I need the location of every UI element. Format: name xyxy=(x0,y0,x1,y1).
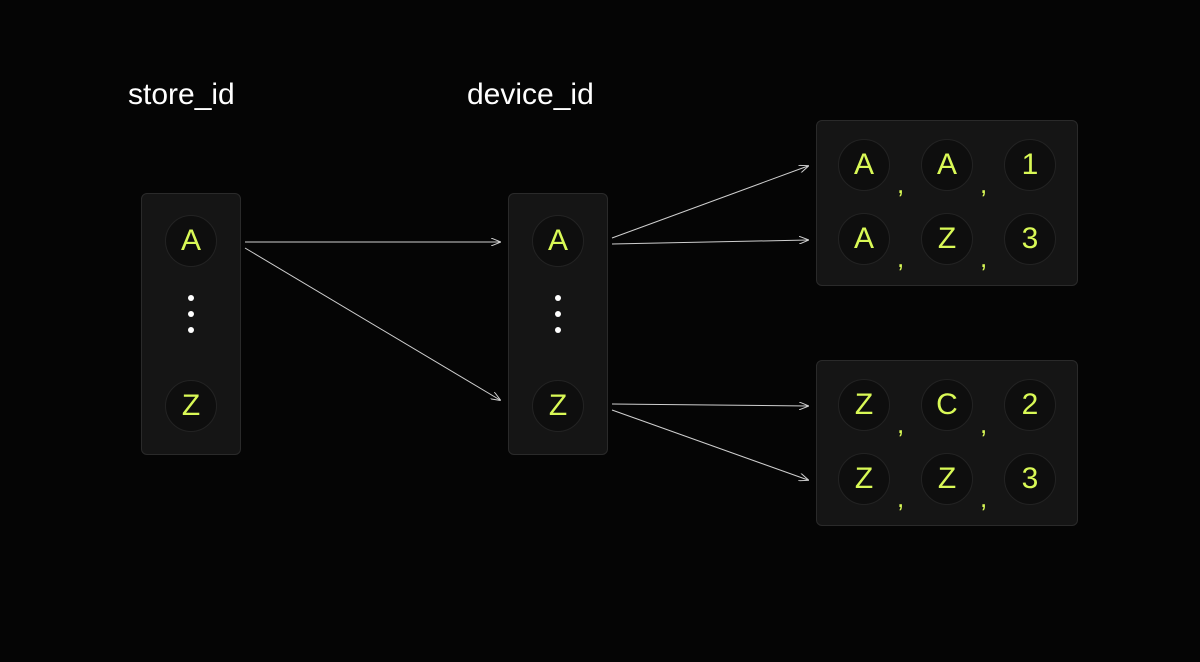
result-bottom-r1-c1: Z xyxy=(838,379,890,431)
store-ellipsis xyxy=(188,295,194,333)
device-node-a: A xyxy=(532,215,584,267)
panel-device-id: A Z xyxy=(508,193,608,455)
comma: , xyxy=(980,483,987,514)
comma: , xyxy=(897,409,904,440)
panel-result-bottom: Z , C , 2 Z , Z , 3 xyxy=(816,360,1078,526)
result-top-r2-c2: Z xyxy=(921,213,973,265)
result-top-r2-c3: 3 xyxy=(1004,213,1056,265)
result-bottom-r2-c2: Z xyxy=(921,453,973,505)
device-ellipsis xyxy=(555,295,561,333)
comma: , xyxy=(980,243,987,274)
panel-result-top: A , A , 1 A , Z , 3 xyxy=(816,120,1078,286)
comma: , xyxy=(897,169,904,200)
result-top-r1-c2: A xyxy=(921,139,973,191)
result-bottom-r2-c3: 3 xyxy=(1004,453,1056,505)
label-device-id: device_id xyxy=(467,78,594,112)
comma: , xyxy=(980,409,987,440)
device-node-z: Z xyxy=(532,380,584,432)
diagram-stage: store_id device_id A Z A Z A , A , 1 A ,… xyxy=(0,0,1200,662)
store-node-a: A xyxy=(165,215,217,267)
comma: , xyxy=(897,483,904,514)
panel-store-id: A Z xyxy=(141,193,241,455)
result-bottom-r1-c2: C xyxy=(921,379,973,431)
result-bottom-r2-c1: Z xyxy=(838,453,890,505)
store-node-z: Z xyxy=(165,380,217,432)
result-bottom-r1-c3: 2 xyxy=(1004,379,1056,431)
result-top-r1-c1: A xyxy=(838,139,890,191)
comma: , xyxy=(897,243,904,274)
result-top-r2-c1: A xyxy=(838,213,890,265)
result-top-r1-c3: 1 xyxy=(1004,139,1056,191)
comma: , xyxy=(980,169,987,200)
label-store-id: store_id xyxy=(128,78,235,112)
